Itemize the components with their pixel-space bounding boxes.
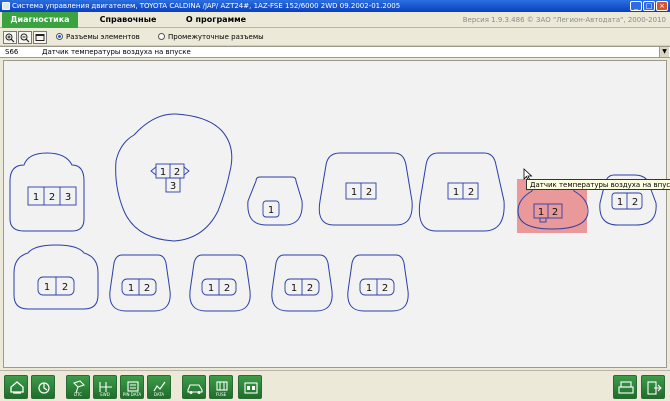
pin-label: 3 (65, 192, 71, 203)
ewd-button[interactable]: EWD (93, 375, 117, 399)
connector-2pin-g[interactable]: 1 2 (271, 254, 333, 312)
toolbar: Разъемы элементов Промежуточные разъемы (0, 29, 670, 46)
pin-label: 2 (632, 197, 638, 208)
pin-label: 1 (44, 282, 50, 293)
minimize-button[interactable]: _ (630, 1, 642, 11)
connector-3pin-b[interactable]: 1 2 3 (115, 113, 233, 242)
fuse-button[interactable]: FUSE (209, 375, 233, 399)
menu-diagnostics[interactable]: Диагностика (2, 12, 78, 28)
menu-reference-data[interactable]: Справочные данные (82, 12, 174, 40)
print-icon (618, 381, 634, 394)
scan-icon (38, 382, 50, 394)
pin-label: 2 (382, 283, 388, 294)
fit-window-button[interactable] (33, 31, 47, 44)
connector-1pin[interactable]: 1 (247, 176, 303, 226)
zoom-in-button[interactable] (3, 31, 17, 44)
zoom-out-icon (20, 33, 30, 43)
connector-description: Датчик температуры воздуха на впуске (42, 48, 191, 56)
pin-label: 1 (128, 283, 134, 294)
pin-label: 1 (366, 283, 372, 294)
connector-2pin-d[interactable]: 1 2 (13, 244, 99, 310)
pin-label: 1 (453, 187, 459, 198)
radio-unselected-indicator (158, 33, 165, 40)
exit-icon (647, 381, 662, 395)
connector-icon (244, 382, 258, 394)
dtc-button[interactable]: DTC (66, 375, 90, 399)
connector-code: S66 (5, 48, 19, 56)
connector-3pin-a[interactable]: 1 2 3 (9, 152, 85, 232)
radio-intermediate-connectors[interactable]: Промежуточные разъемы (158, 33, 264, 42)
vehicle-icon (187, 384, 203, 394)
radio-intermediate-connectors-label: Промежуточные разъемы (168, 33, 264, 41)
pin-label: 2 (307, 283, 313, 294)
pin-label: 2 (144, 283, 150, 294)
connector-2pin-b[interactable]: 1 2 (418, 152, 505, 232)
pin-label: 2 (224, 283, 230, 294)
pin-label: 1 (617, 197, 623, 208)
tooltip: Датчик температуры воздуха на впуске (526, 179, 670, 190)
menu-about[interactable]: О программе (180, 12, 252, 28)
close-button[interactable]: × (656, 1, 668, 11)
menu-bar: Диагностика Справочные данные О программ… (0, 12, 670, 40)
chevron-down-icon[interactable]: ▼ (659, 47, 669, 57)
pin-label: 1 (351, 187, 357, 198)
connector-2pin-h[interactable]: 1 2 (347, 254, 409, 312)
pin-label: 2 (468, 187, 474, 198)
pin-label: 2 (62, 282, 68, 293)
title-bar: Система управления двигателем, TOYOTA CA… (0, 0, 670, 12)
pin-data-button[interactable]: PIN DATA (120, 375, 144, 399)
window-title: Система управления двигателем, TOYOTA CA… (12, 2, 401, 10)
connector-2pin-e[interactable]: 1 2 (109, 254, 171, 312)
data-button[interactable]: DATA (147, 375, 171, 399)
pin-label: 1 (33, 192, 39, 203)
pin-label: 1 (538, 207, 544, 218)
home-icon (10, 381, 24, 394)
ewd-button-label: EWD (100, 392, 110, 397)
dtc-button-label: DTC (73, 392, 83, 397)
app-window: Система управления двигателем, TOYOTA CA… (0, 0, 670, 401)
connector-info-bar[interactable]: S66 Датчик температуры воздуха на впуске… (0, 46, 670, 58)
print-button[interactable] (613, 375, 637, 399)
pin-label: 1 (160, 167, 166, 178)
connector-button[interactable] (238, 375, 262, 399)
scan-button[interactable] (31, 375, 55, 399)
pin-label: 2 (552, 207, 558, 218)
pin-label: 1 (291, 283, 297, 294)
radio-selected-indicator (56, 33, 63, 40)
radio-element-connectors-label: Разъемы элементов (66, 33, 140, 41)
connector-diagram: 1 2 3 1 2 3 1 1 2 1 2 1 2 1 2 1 2 1 2 1 … (9, 113, 657, 312)
connector-2pin-f[interactable]: 1 2 (189, 254, 251, 312)
app-icon (2, 2, 10, 10)
version-text: Версия 1.9.3.486 © ЗАО "Легион-Автодата"… (462, 16, 666, 24)
pin-label: 1 (208, 283, 214, 294)
data-button-label: DATA (153, 392, 165, 397)
pin-label: 2 (366, 187, 372, 198)
connector-2pin-a[interactable]: 1 2 (318, 152, 413, 226)
maximize-button[interactable]: □ (643, 1, 655, 11)
bottom-toolbar: DTC EWD PIN DATA DATA FUSE (0, 370, 670, 401)
radio-element-connectors[interactable]: Разъемы элементов (56, 33, 140, 42)
pin-data-button-label: PIN DATA (122, 392, 142, 397)
zoom-out-button[interactable] (18, 31, 32, 44)
home-button[interactable] (4, 375, 28, 399)
connector-canvas: 1 2 3 1 2 3 1 1 2 1 2 1 2 1 2 1 2 1 2 1 … (3, 60, 667, 368)
pin-label: 3 (170, 181, 176, 192)
pin-label: 2 (174, 167, 180, 178)
fit-window-icon (35, 34, 45, 41)
vehicle-button[interactable] (182, 375, 206, 399)
pin-label: 2 (49, 192, 55, 203)
zoom-in-icon (5, 33, 15, 43)
pin-label: 1 (268, 205, 274, 216)
exit-button[interactable] (641, 375, 665, 399)
fuse-button-label: FUSE (215, 392, 227, 397)
